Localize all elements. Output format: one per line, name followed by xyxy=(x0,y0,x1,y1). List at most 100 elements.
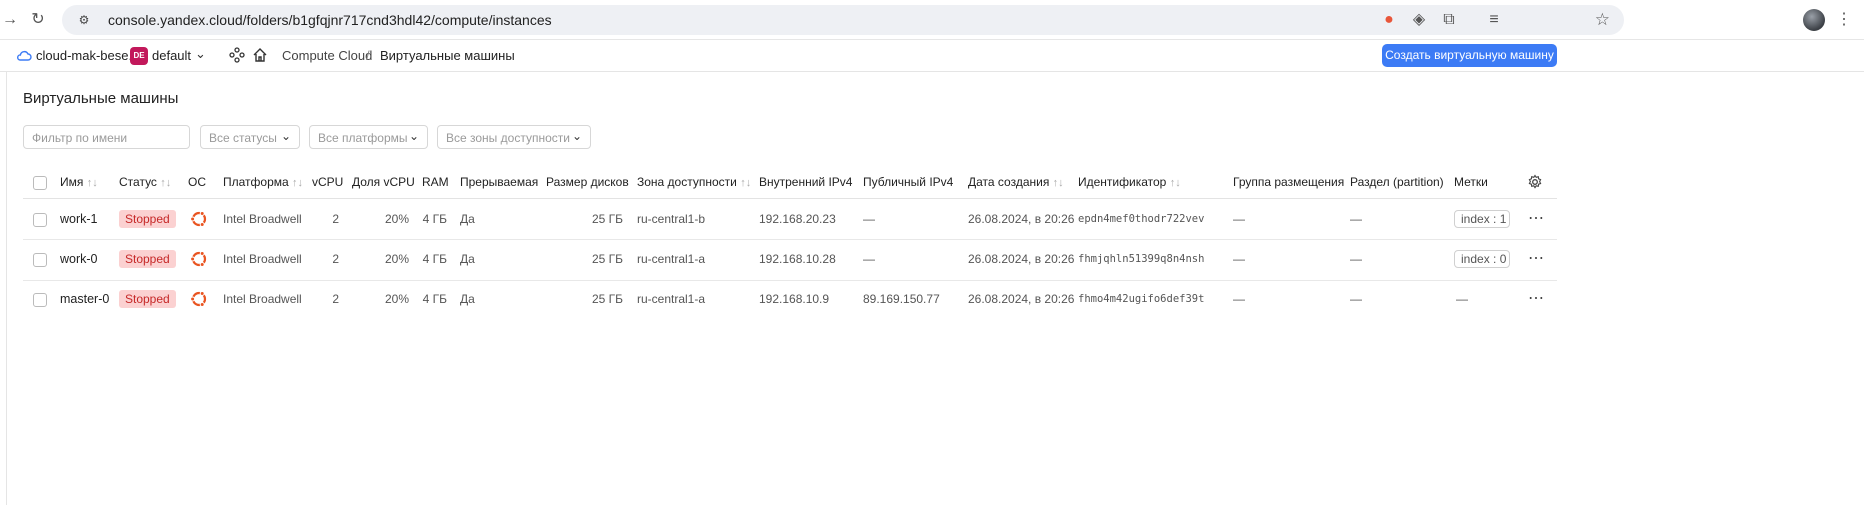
zone-cell: ru-central1-a xyxy=(637,292,706,306)
table-header-divider xyxy=(23,198,1557,199)
chevron-down-icon: ⌄ xyxy=(571,129,582,143)
id-cell[interactable]: fhmjqhln51399q8n4nsh xyxy=(1078,253,1204,265)
chevron-down-icon: ⌄ xyxy=(408,129,419,143)
column-header-status[interactable]: Статус ↑↓ xyxy=(119,175,171,189)
column-header-vcpu-share: Доля vCPU xyxy=(352,175,415,189)
internal-ip-cell: 192.168.20.23 xyxy=(759,212,836,226)
column-header-preemptible: Прерываемая xyxy=(460,175,539,189)
create-vm-button[interactable]: Создать виртуальную машину xyxy=(1382,44,1557,67)
sort-icon: ↑↓ xyxy=(292,177,304,189)
folder-selector[interactable]: default xyxy=(152,48,191,63)
preemptible-cell: Да xyxy=(460,292,475,306)
select-all-checkbox[interactable] xyxy=(33,176,47,190)
extension-shield-icon[interactable]: ◈ xyxy=(1408,9,1430,31)
column-header-labels: Метки xyxy=(1454,175,1488,189)
disk-size-cell: 25 ГБ xyxy=(591,252,623,266)
created-cell: 26.08.2024, в 20:26 xyxy=(968,212,1075,226)
status-filter-select[interactable]: Все статусы ⌄ xyxy=(200,125,300,149)
id-cell[interactable]: fhmo4m42ugifo6def39t xyxy=(1078,293,1204,305)
row-divider xyxy=(23,280,1557,281)
public-ip-cell: 89.169.150.77 xyxy=(863,292,940,306)
status-badge: Stopped xyxy=(119,290,176,308)
ram-cell: 4 ГБ xyxy=(422,292,447,306)
placement-group-cell: — xyxy=(1233,292,1245,306)
column-header-name[interactable]: Имя ↑↓ xyxy=(60,175,98,189)
row-actions-icon[interactable]: ⋯ xyxy=(1528,248,1545,268)
site-settings-icon[interactable]: ⚙ xyxy=(76,12,92,28)
platform-cell: Intel Broadwell xyxy=(223,212,302,226)
cloud-selector[interactable]: cloud-mak-bese... xyxy=(36,48,139,63)
partition-cell: — xyxy=(1350,212,1362,226)
column-header-internal-ip: Внутренний IPv4 xyxy=(759,175,853,189)
row-divider xyxy=(23,239,1557,240)
url-text[interactable]: console.yandex.cloud/folders/b1gfqjnr717… xyxy=(108,12,552,28)
sort-icon: ↑↓ xyxy=(160,177,172,189)
profile-avatar[interactable] xyxy=(1803,9,1825,31)
row-checkbox[interactable] xyxy=(33,213,47,227)
zone-cell: ru-central1-b xyxy=(637,212,706,226)
label-chip: index : 0 xyxy=(1454,250,1510,268)
browser-menu-icon[interactable]: ⋮ xyxy=(1836,9,1852,29)
breadcrumb-compute-cloud[interactable]: Compute Cloud xyxy=(282,48,372,63)
sidebar-divider xyxy=(6,72,7,505)
public-ip-cell: — xyxy=(863,212,875,226)
column-header-public-ip: Публичный IPv4 xyxy=(863,175,954,189)
column-header-zone[interactable]: Зона доступности ↑↓ xyxy=(637,175,751,189)
row-actions-icon[interactable]: ⋯ xyxy=(1528,288,1545,308)
services-icon[interactable] xyxy=(229,47,245,63)
platform-filter-select[interactable]: Все платформы ⌄ xyxy=(309,125,428,149)
status-badge: Stopped xyxy=(119,250,176,268)
partition-cell: — xyxy=(1350,252,1362,266)
row-actions-icon[interactable]: ⋯ xyxy=(1528,208,1545,228)
forward-icon[interactable]: → xyxy=(0,10,20,30)
table-settings-gear-icon[interactable] xyxy=(1527,174,1543,190)
vm-name-link[interactable]: work-1 xyxy=(60,212,98,226)
media-queue-icon[interactable]: ≡ xyxy=(1483,9,1505,31)
bookmark-star-icon[interactable]: ☆ xyxy=(1595,10,1610,30)
preemptible-cell: Да xyxy=(460,252,475,266)
extensions-puzzle-icon[interactable]: ⧉ xyxy=(1438,9,1460,31)
created-cell: 26.08.2024, в 20:26 xyxy=(968,252,1075,266)
column-header-created[interactable]: Дата создания ↑↓ xyxy=(968,175,1064,189)
cloud-icon xyxy=(17,50,32,61)
vm-name-link[interactable]: master-0 xyxy=(60,292,109,306)
extension-fire-icon[interactable]: ● xyxy=(1378,9,1400,31)
breadcrumb-separator: / xyxy=(366,48,370,63)
name-filter-input[interactable]: Фильтр по имени xyxy=(23,125,190,149)
zone-filter-select[interactable]: Все зоны доступности ⌄ xyxy=(437,125,591,149)
column-header-os: ОС xyxy=(188,175,206,189)
column-header-partition: Раздел (partition) xyxy=(1350,175,1444,189)
public-ip-cell: — xyxy=(863,252,875,266)
folder-badge: DE xyxy=(130,47,148,65)
column-header-disk-size: Размер дисков xyxy=(546,175,629,189)
ubuntu-icon xyxy=(190,291,207,307)
created-cell: 26.08.2024, в 20:26 xyxy=(968,292,1075,306)
breadcrumb-current: Виртуальные машины xyxy=(380,48,515,63)
chevron-down-icon[interactable]: ⌄ xyxy=(195,46,206,62)
status-badge: Stopped xyxy=(119,210,176,228)
ubuntu-icon xyxy=(190,211,207,227)
platform-cell: Intel Broadwell xyxy=(223,252,302,266)
column-header-platform[interactable]: Платформа ↑↓ xyxy=(223,175,303,189)
column-header-placement-group: Группа размещения xyxy=(1233,175,1345,189)
vcpu-share-cell: 20% xyxy=(384,252,409,266)
id-cell[interactable]: epdn4mef0thodr722vev xyxy=(1078,213,1204,225)
chevron-down-icon: ⌄ xyxy=(280,129,291,143)
placement-group-cell: — xyxy=(1233,252,1245,266)
row-checkbox[interactable] xyxy=(33,293,47,307)
internal-ip-cell: 192.168.10.28 xyxy=(759,252,836,266)
partition-cell: — xyxy=(1350,292,1362,306)
sort-icon: ↑↓ xyxy=(1052,177,1064,189)
row-checkbox[interactable] xyxy=(33,253,47,267)
sort-icon: ↑↓ xyxy=(1169,177,1181,189)
vm-name-link[interactable]: work-0 xyxy=(60,252,98,266)
ram-cell: 4 ГБ xyxy=(422,252,447,266)
ram-cell: 4 ГБ xyxy=(422,212,447,226)
column-header-vcpu: vCPU xyxy=(312,175,344,189)
reload-icon[interactable]: ↻ xyxy=(28,10,48,30)
disk-size-cell: 25 ГБ xyxy=(591,212,623,226)
column-header-id[interactable]: Идентификатор ↑↓ xyxy=(1078,175,1181,189)
home-icon[interactable] xyxy=(252,47,268,63)
sort-icon: ↑↓ xyxy=(86,177,98,189)
vcpu-cell: 2 xyxy=(332,292,339,306)
